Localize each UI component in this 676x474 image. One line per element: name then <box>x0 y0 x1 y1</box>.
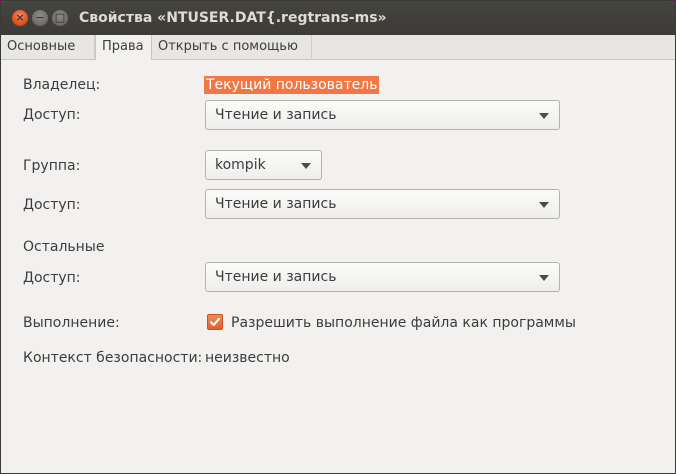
others-access-value: Чтение и запись <box>215 269 337 285</box>
owner-access-value: Чтение и запись <box>215 107 337 123</box>
maximize-icon: □ <box>54 11 66 24</box>
minimize-button[interactable]: − <box>32 10 48 26</box>
execute-label: Выполнение: <box>23 315 120 331</box>
group-value: kompik <box>215 157 266 173</box>
owner-access-dropdown[interactable]: Чтение и запись <box>205 100 560 130</box>
others-access-label: Доступ: <box>23 270 81 286</box>
tab-permissions[interactable]: Права <box>95 35 152 60</box>
execute-checkbox-label[interactable]: Разрешить выполнение файла как программы <box>231 315 576 331</box>
tab-open-with[interactable]: Открыть с помощью <box>152 35 312 58</box>
group-access-label: Доступ: <box>23 197 81 213</box>
owner-label: Владелец: <box>23 77 101 93</box>
group-access-value: Чтение и запись <box>215 196 337 212</box>
group-access-dropdown[interactable]: Чтение и запись <box>205 189 560 219</box>
window-title: Свойства «NTUSER.DAT{.regtrans-ms» <box>79 10 387 26</box>
others-access-dropdown[interactable]: Чтение и запись <box>205 262 560 292</box>
owner-value[interactable]: Текущий пользователь <box>204 76 380 94</box>
chevron-down-icon <box>539 275 549 281</box>
close-icon: × <box>15 11 25 24</box>
security-context-label: Контекст безопасности: <box>23 350 203 366</box>
tab-bar: Основные Права Открыть с помощью <box>1 35 675 60</box>
owner-access-label: Доступ: <box>23 107 81 123</box>
properties-window: × − □ Свойства «NTUSER.DAT{.regtrans-ms»… <box>0 0 676 474</box>
tab-basic[interactable]: Основные <box>1 35 95 58</box>
chevron-down-icon <box>539 113 549 119</box>
check-icon <box>210 317 220 326</box>
security-context-value: неизвестно <box>205 350 290 366</box>
minimize-icon: − <box>35 11 45 24</box>
title-bar[interactable]: × − □ Свойства «NTUSER.DAT{.regtrans-ms» <box>1 1 675 35</box>
group-label: Группа: <box>23 158 81 174</box>
chevron-down-icon <box>301 163 311 169</box>
maximize-button[interactable]: □ <box>52 10 68 26</box>
execute-checkbox[interactable] <box>207 314 223 330</box>
others-label: Остальные <box>23 239 105 255</box>
chevron-down-icon <box>539 202 549 208</box>
close-button[interactable]: × <box>12 10 28 26</box>
group-dropdown[interactable]: kompik <box>205 150 322 180</box>
